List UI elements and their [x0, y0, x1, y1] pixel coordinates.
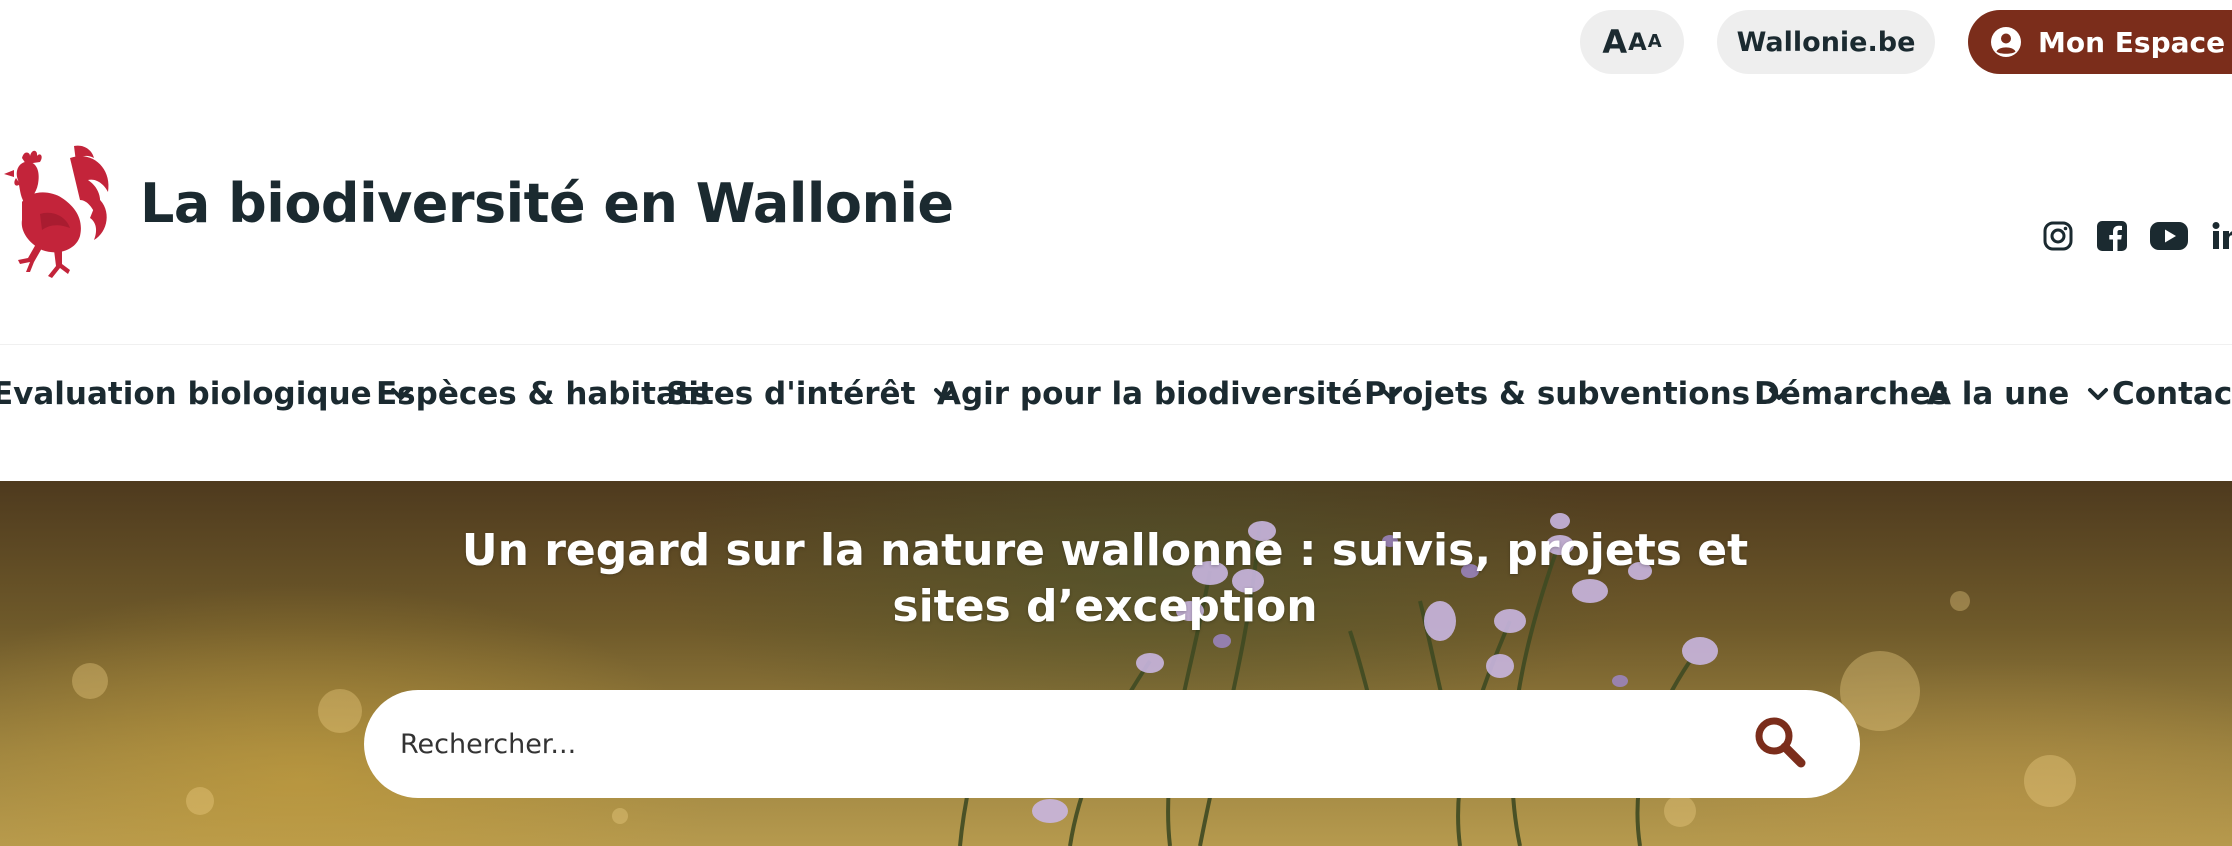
nav-item-projets-subventions[interactable]: Projets & subventions [1364, 370, 1790, 418]
nav-item-label: Projets & subventions [1364, 376, 1751, 412]
nav-item-sites-interet[interactable]: Sites d'intérêt [666, 370, 955, 418]
hero-banner: Un regard sur la nature wallonne : suivi… [0, 481, 2232, 846]
font-size-medium-glyph: A [1628, 28, 1647, 56]
search-input[interactable] [400, 690, 1680, 798]
main-navigation: Evaluation biologique Espèces & habitats… [0, 370, 2232, 418]
nav-item-label: Sites d'intérêt [666, 376, 916, 412]
youtube-icon[interactable] [2148, 218, 2190, 254]
wallonie-link[interactable]: Wallonie.be [1717, 10, 1935, 74]
font-size-large-glyph: A [1602, 23, 1628, 61]
site-title[interactable]: La biodiversité en Wallonie [140, 177, 954, 231]
nav-item-demarches[interactable]: Démarches [1754, 370, 1949, 418]
nav-item-label: A la une [1927, 376, 2070, 412]
instagram-icon[interactable] [2040, 218, 2076, 254]
rooster-logo-graphic [4, 145, 109, 278]
search-bar [364, 690, 1860, 798]
wallonie-link-label: Wallonie.be [1736, 26, 1916, 58]
search-button[interactable] [1750, 714, 1810, 774]
nav-item-label: Espèces & habitats [376, 376, 711, 412]
nav-item-agir-biodiversite[interactable]: Agir pour la biodiversité [937, 370, 1402, 418]
nav-item-evaluation-biologique[interactable]: Evaluation biologique [0, 370, 412, 418]
nav-item-label: Evaluation biologique [0, 376, 372, 412]
nav-item-label: Contact [2112, 376, 2232, 412]
hero-title: Un regard sur la nature wallonne : suivi… [461, 525, 1749, 632]
top-utility-bar: A A A Wallonie.be Mon Espace [0, 10, 2232, 74]
search-icon [1752, 714, 1808, 774]
site-header: La biodiversité en Wallonie [0, 140, 2232, 280]
mon-espace-button[interactable]: Mon Espace [1968, 10, 2232, 74]
font-size-button[interactable]: A A A [1580, 10, 1684, 74]
nav-item-especes-habitats[interactable]: Espèces & habitats [376, 370, 710, 418]
nav-item-a-la-une[interactable]: A la une [1927, 370, 2109, 418]
nav-item-label: Démarches [1754, 376, 1950, 412]
social-links [2040, 218, 2232, 254]
linkedin-icon[interactable] [2208, 218, 2232, 254]
chevron-down-icon [2087, 387, 2109, 401]
nav-item-label: Agir pour la biodiversité [937, 376, 1363, 412]
font-size-small-glyph: A [1647, 31, 1662, 52]
rooster-logo[interactable] [0, 140, 118, 280]
header-divider [0, 344, 2232, 345]
user-circle-icon [1990, 26, 2022, 58]
mon-espace-label: Mon Espace [2038, 25, 2226, 59]
nav-item-contact[interactable]: Contact [2112, 370, 2232, 418]
facebook-icon[interactable] [2094, 218, 2130, 254]
